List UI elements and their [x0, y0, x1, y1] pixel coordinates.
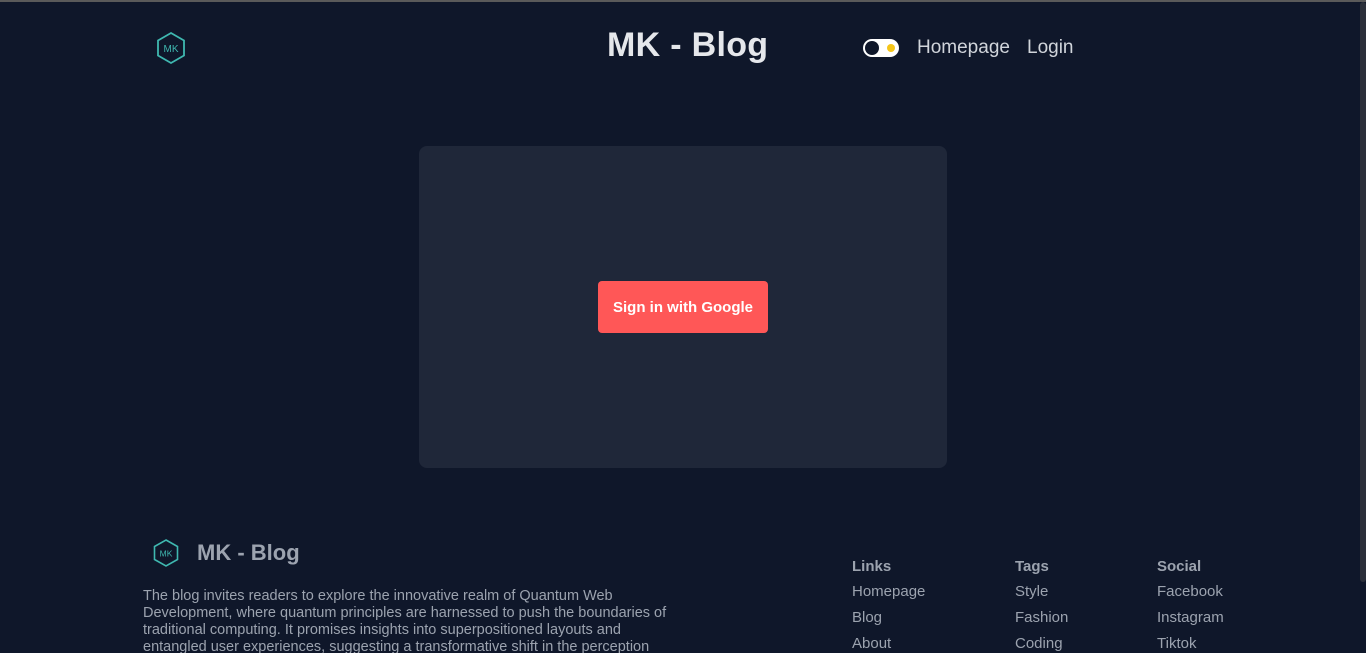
sun-icon: [887, 44, 895, 52]
footer-logo-icon[interactable]: MK: [152, 538, 180, 568]
footer-social-instagram[interactable]: Instagram: [1157, 609, 1224, 627]
footer-link-homepage[interactable]: Homepage: [852, 583, 925, 601]
nav-login-link[interactable]: Login: [1027, 37, 1074, 59]
footer-description: The blog invites readers to explore the …: [143, 588, 667, 653]
footer-logo-text: MK: [160, 549, 173, 559]
footer-tags-column: Tags Style Fashion Coding: [1015, 558, 1068, 653]
logo-text: MK: [164, 44, 179, 55]
footer-tags-heading: Tags: [1015, 558, 1049, 575]
site-title: MK - Blog: [607, 26, 769, 64]
footer-social-facebook[interactable]: Facebook: [1157, 583, 1224, 601]
nav-homepage-link[interactable]: Homepage: [917, 37, 1010, 59]
footer-tag-style[interactable]: Style: [1015, 583, 1068, 601]
window-top-edge: [0, 0, 1366, 2]
footer-social-tiktok[interactable]: Tiktok: [1157, 635, 1224, 653]
footer-tag-fashion[interactable]: Fashion: [1015, 609, 1068, 627]
footer-link-blog[interactable]: Blog: [852, 609, 925, 627]
theme-toggle[interactable]: [863, 39, 899, 57]
toggle-knob-icon: [865, 41, 879, 55]
footer-social-column: Social Facebook Instagram Tiktok: [1157, 558, 1224, 653]
footer-links-column: Links Homepage Blog About: [852, 558, 925, 653]
google-sign-in-button[interactable]: Sign in with Google: [598, 281, 768, 333]
footer-social-heading: Social: [1157, 558, 1202, 575]
footer-title: MK - Blog: [197, 540, 300, 565]
page: MK MK - Blog Homepage Login Sign in with…: [0, 0, 1366, 653]
footer-links-heading: Links: [852, 558, 892, 575]
logo-icon[interactable]: MK: [155, 31, 187, 65]
footer-tag-coding[interactable]: Coding: [1015, 635, 1068, 653]
page-scrollbar[interactable]: [1360, 2, 1366, 582]
footer-link-about[interactable]: About: [852, 635, 925, 653]
